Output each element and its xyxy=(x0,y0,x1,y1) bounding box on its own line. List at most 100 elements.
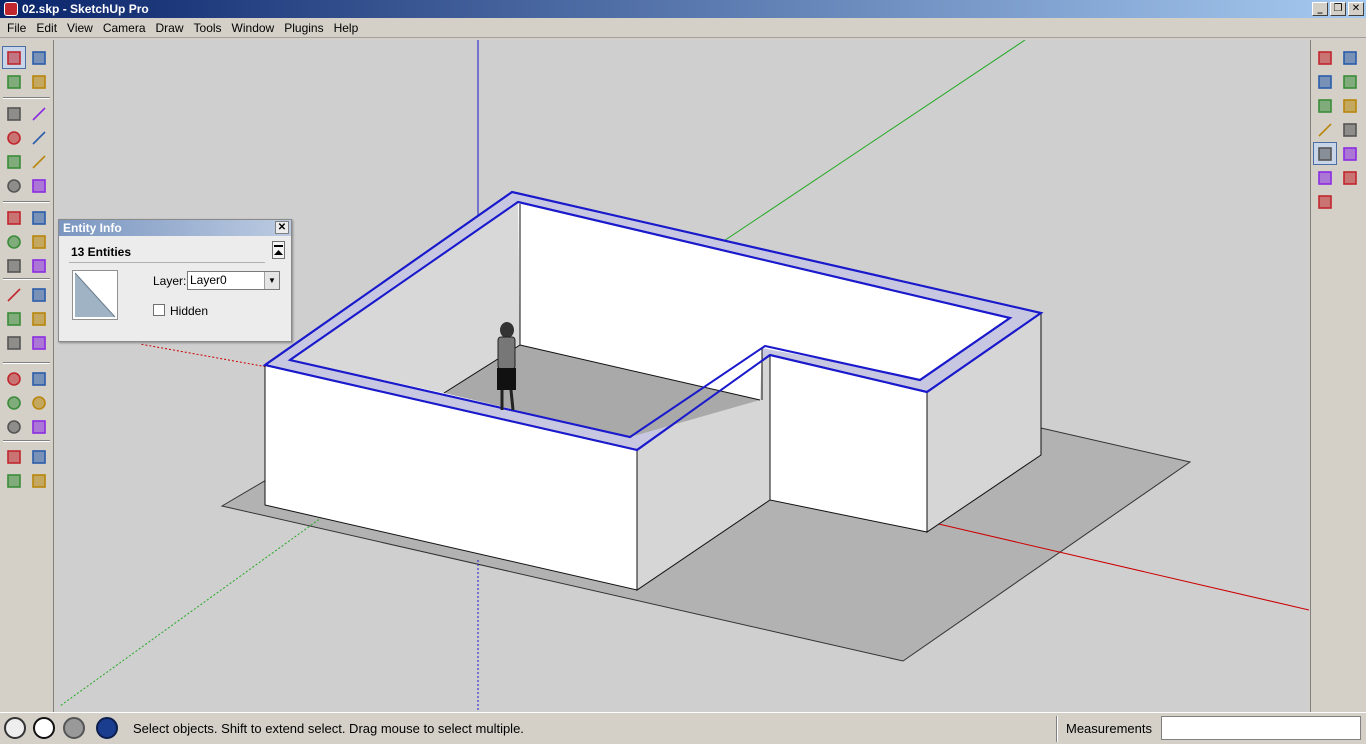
dimension-icon xyxy=(32,287,46,302)
section-plane-button[interactable] xyxy=(27,469,51,492)
dimension-button[interactable] xyxy=(27,283,51,306)
help-icon[interactable] xyxy=(96,717,118,739)
toolbar-group xyxy=(2,367,52,438)
line-button[interactable] xyxy=(27,102,51,125)
offset-icon xyxy=(32,258,46,273)
toolbar-separator xyxy=(3,278,50,280)
rotated-rectangle-button[interactable] xyxy=(2,174,26,197)
layer-select[interactable]: Layer0 ▼ xyxy=(187,271,280,290)
measurements-input[interactable] xyxy=(1161,716,1361,740)
monochrome-button[interactable] xyxy=(1313,190,1337,213)
wireframe-icon xyxy=(1318,98,1332,113)
dropdown-arrow-icon[interactable]: ▼ xyxy=(264,272,279,289)
monochrome-icon xyxy=(1318,194,1332,209)
hidden-label: Hidden xyxy=(170,304,209,318)
entity-info-titlebar[interactable]: Entity Info ✕ xyxy=(59,220,291,236)
eraser-button[interactable] xyxy=(27,70,51,93)
back-view-icon xyxy=(1343,146,1357,161)
walk-button[interactable] xyxy=(2,469,26,492)
user-account-icon[interactable] xyxy=(63,717,85,739)
back-edges-button[interactable] xyxy=(1313,70,1337,93)
modeling-viewport[interactable] xyxy=(55,40,1309,712)
make-component-button[interactable] xyxy=(27,46,51,69)
paint-bucket-button[interactable] xyxy=(2,70,26,93)
pie-button[interactable] xyxy=(27,174,51,197)
circle-icon xyxy=(7,130,21,145)
empty-slot xyxy=(1338,190,1362,213)
select-icon xyxy=(7,50,21,65)
toolbar-group xyxy=(2,46,52,93)
menu-edit[interactable]: Edit xyxy=(31,18,62,38)
text-button[interactable] xyxy=(27,307,51,330)
minimize-button[interactable]: _ xyxy=(1312,2,1328,16)
credits-icon[interactable] xyxy=(33,717,55,739)
scale-button[interactable] xyxy=(2,254,26,277)
shaded-button[interactable] xyxy=(1313,142,1337,165)
entity-info-title: Entity Info xyxy=(63,221,122,235)
orbit-button[interactable] xyxy=(2,367,26,390)
toolbar-group xyxy=(2,445,52,492)
polygon-button[interactable] xyxy=(2,150,26,173)
arc-button[interactable] xyxy=(27,126,51,149)
menu-help[interactable]: Help xyxy=(329,18,364,38)
back-view-button[interactable] xyxy=(1338,142,1362,165)
hidden-line-button[interactable] xyxy=(1313,118,1337,141)
zoom-button[interactable] xyxy=(2,391,26,414)
pan-button[interactable] xyxy=(27,367,51,390)
shaded-textures-button[interactable] xyxy=(1313,166,1337,189)
menu-tools[interactable]: Tools xyxy=(189,18,227,38)
xray-icon xyxy=(1318,50,1332,65)
freehand-button[interactable] xyxy=(27,150,51,173)
toolbar-separator xyxy=(3,362,50,364)
push-pull-button[interactable] xyxy=(27,206,51,229)
geo-location-icon[interactable] xyxy=(4,717,26,739)
wireframe-button[interactable] xyxy=(1313,94,1337,117)
iso-view-button[interactable] xyxy=(1338,46,1362,69)
material-swatch[interactable] xyxy=(72,270,118,320)
tape-measure-button[interactable] xyxy=(2,283,26,306)
rotate-button[interactable] xyxy=(2,230,26,253)
zoom-extents-button[interactable] xyxy=(2,415,26,438)
protractor-button[interactable] xyxy=(2,307,26,330)
top-view-icon xyxy=(1343,74,1357,89)
zoom-window-button[interactable] xyxy=(27,391,51,414)
right-view-button[interactable] xyxy=(1338,118,1362,141)
offset-button[interactable] xyxy=(27,254,51,277)
restore-button[interactable]: ❐ xyxy=(1330,2,1346,16)
menu-bar: File Edit View Camera Draw Tools Window … xyxy=(0,18,1366,38)
menu-file[interactable]: File xyxy=(2,18,31,38)
axes-button[interactable] xyxy=(2,331,26,354)
3d-text-button[interactable] xyxy=(27,331,51,354)
position-camera-button[interactable] xyxy=(2,445,26,468)
shaded-textures-icon xyxy=(1318,170,1332,185)
menu-view[interactable]: View xyxy=(62,18,98,38)
menu-camera[interactable]: Camera xyxy=(98,18,151,38)
follow-me-button[interactable] xyxy=(27,230,51,253)
hidden-checkbox[interactable] xyxy=(153,304,165,316)
paint-bucket-icon xyxy=(7,74,21,89)
menu-plugins[interactable]: Plugins xyxy=(279,18,328,38)
close-button[interactable]: ✕ xyxy=(1348,2,1364,16)
top-view-button[interactable] xyxy=(1338,70,1362,93)
left-view-button[interactable] xyxy=(1338,166,1362,189)
xray-button[interactable] xyxy=(1313,46,1337,69)
select-button[interactable] xyxy=(2,46,26,69)
toolbar-separator xyxy=(3,201,50,203)
entity-info-close-button[interactable]: ✕ xyxy=(275,221,289,234)
title-bar: 02.skp - SketchUp Pro _ ❐ ✕ xyxy=(0,0,1366,18)
tape-measure-icon xyxy=(7,287,21,302)
section-plane-icon xyxy=(32,473,46,488)
menu-window[interactable]: Window xyxy=(227,18,280,38)
rectangle-button[interactable] xyxy=(2,102,26,125)
circle-button[interactable] xyxy=(2,126,26,149)
toolbar-separator xyxy=(3,440,50,442)
look-around-button[interactable] xyxy=(27,445,51,468)
previous-view-button[interactable] xyxy=(27,415,51,438)
front-view-button[interactable] xyxy=(1338,94,1362,117)
move-button[interactable] xyxy=(2,206,26,229)
menu-draw[interactable]: Draw xyxy=(151,18,189,38)
expand-toggle-button[interactable] xyxy=(272,241,285,259)
layer-select-value: Layer0 xyxy=(190,273,227,287)
scene-canvas[interactable] xyxy=(55,40,1309,712)
toolbar-group xyxy=(2,283,52,354)
